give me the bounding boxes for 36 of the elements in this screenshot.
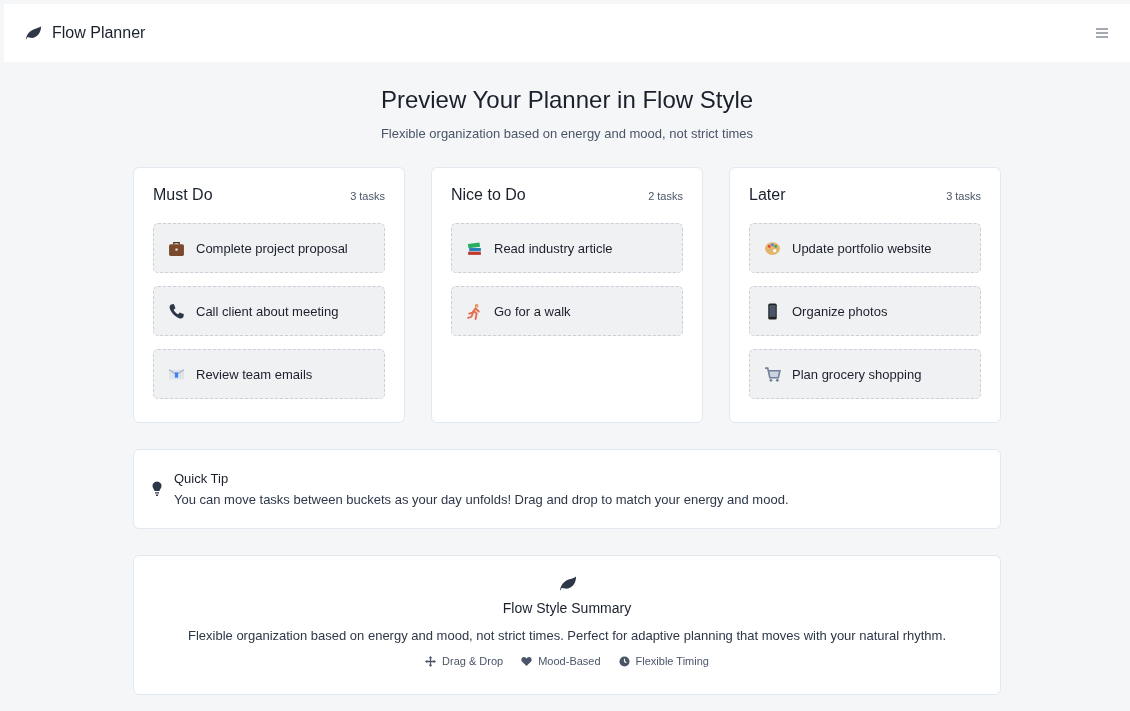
feature-label: Mood-Based: [538, 655, 601, 667]
leaf-icon: [24, 25, 42, 41]
lightbulb-icon: [152, 481, 162, 497]
bucket-title: Later: [749, 186, 786, 204]
task-item[interactable]: Read industry article: [451, 223, 683, 273]
feature-label: Flexible Timing: [635, 655, 709, 667]
clock-icon: [618, 655, 630, 667]
leaf-icon: [557, 576, 577, 592]
briefcase-icon: [168, 239, 185, 257]
phone-icon: [168, 302, 185, 320]
bucket-title: Nice to Do: [451, 186, 526, 204]
tip-text: You can move tasks between buckets as your day unfolds! Drag and drop to match your energy and mood.: [174, 492, 789, 507]
cart-icon: [764, 365, 781, 383]
page-heading: Preview Your Planner in Flow Style: [379, 86, 755, 114]
task-item[interactable]: Update portfolio website: [749, 223, 981, 273]
task-item[interactable]: Organize photos: [749, 286, 981, 336]
tip-title: Quick Tip: [174, 471, 230, 486]
move-icon: [425, 655, 437, 667]
task-item[interactable]: Plan grocery shopping: [749, 349, 981, 399]
menu-icon: [1096, 28, 1108, 38]
bucket-title: Must Do: [153, 186, 213, 204]
palette-icon: [764, 239, 781, 257]
task-item[interactable]: Go for a walk: [451, 286, 683, 336]
app-title: Flow Planner: [52, 24, 146, 42]
task-count: 3 tasks: [946, 190, 981, 202]
feature-label: Drag & Drop: [442, 655, 504, 667]
task-item[interactable]: Call client about meeting: [153, 286, 385, 336]
task-item[interactable]: Complete project proposal: [153, 223, 385, 273]
runner-icon: [466, 302, 483, 320]
page-subheading: Flexible organization based on energy and mood, not strict times: [379, 126, 755, 141]
summary-title: Flow Style Summary: [502, 600, 632, 616]
task-count: 2 tasks: [648, 190, 683, 202]
task-count: 3 tasks: [350, 190, 385, 202]
task-item[interactable]: Review team emails: [153, 349, 385, 399]
heart-icon: [521, 655, 533, 667]
summary-text: Flexible organization based on energy and mood, not strict times. Perfect for adaptive planning that moves with your natural rhythm.: [188, 628, 946, 643]
